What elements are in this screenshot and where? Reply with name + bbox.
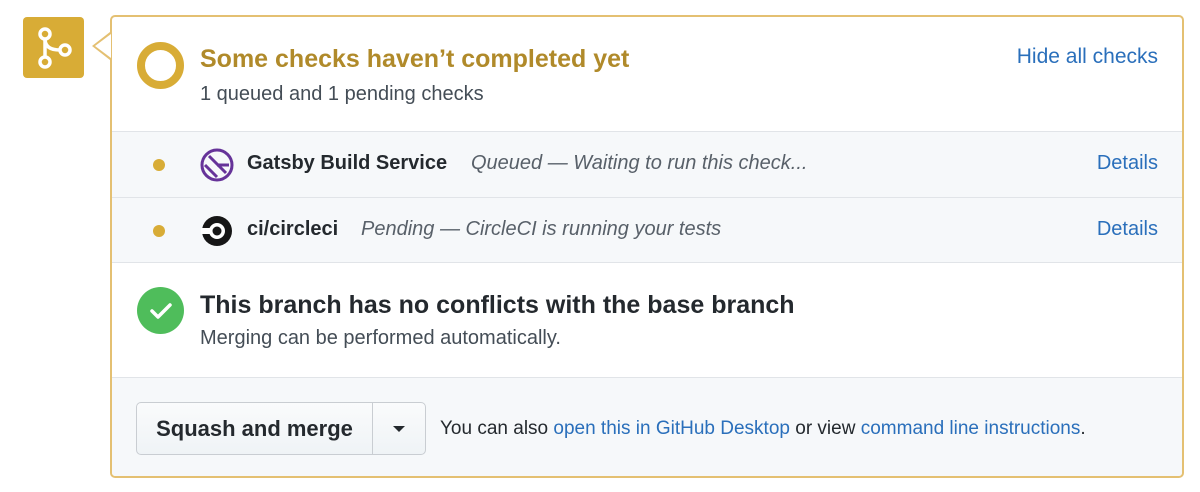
panel-pointer-inner — [95, 34, 111, 58]
checks-status-summary: 1 queued and 1 pending checks — [200, 83, 484, 105]
check-description: Pending — CircleCI is running your tests — [361, 218, 722, 240]
checkmark-icon — [149, 302, 172, 319]
pending-status-dot — [153, 225, 165, 237]
open-in-desktop-link[interactable]: open this in GitHub Desktop — [553, 418, 790, 439]
check-description: Queued — Waiting to run this check... — [471, 152, 808, 174]
command-line-instructions-link[interactable]: command line instructions — [861, 418, 1081, 439]
gatsby-logo-icon — [200, 148, 234, 182]
circleci-logo-icon — [201, 216, 232, 246]
merge-method-dropdown-button[interactable] — [373, 403, 425, 454]
or-view-text: or view — [795, 418, 856, 439]
squash-and-merge-button[interactable]: Squash and merge — [137, 403, 373, 454]
pending-status-icon — [137, 42, 184, 89]
checks-list: Gatsby Build Service Queued — Waiting to… — [112, 131, 1182, 263]
merge-status-title: This branch has no conflicts with the ba… — [200, 291, 795, 319]
check-details-link[interactable]: Details — [1097, 218, 1158, 241]
merge-status-panel: Some checks haven’t completed yet 1 queu… — [110, 15, 1184, 478]
caret-down-icon — [393, 425, 405, 432]
hide-all-checks-link[interactable]: Hide all checks — [1017, 45, 1158, 69]
check-details-link[interactable]: Details — [1097, 152, 1158, 175]
alternative-merge-text: You can also open this in GitHub Desktop… — [440, 418, 1086, 440]
queued-status-dot — [153, 159, 165, 171]
period-text: . — [1080, 418, 1086, 439]
git-merge-icon-box — [23, 17, 84, 78]
merge-actions-section: Squash and merge You can also open this … — [112, 377, 1182, 476]
merge-button-group: Squash and merge — [136, 402, 426, 455]
check-row-gatsby: Gatsby Build Service Queued — Waiting to… — [112, 132, 1182, 198]
merge-conflict-section: This branch has no conflicts with the ba… — [112, 263, 1182, 377]
check-name: Gatsby Build Service — [247, 152, 448, 174]
success-check-icon — [137, 287, 184, 334]
check-name: ci/circleci — [247, 218, 339, 240]
checks-status-section: Some checks haven’t completed yet 1 queu… — [112, 17, 1182, 131]
merge-status-subtitle: Merging can be performed automatically. — [200, 327, 561, 349]
check-row-circleci: ci/circleci Pending — CircleCI is runnin… — [112, 198, 1182, 264]
git-merge-icon — [37, 26, 72, 69]
checks-status-title: Some checks haven’t completed yet — [200, 45, 630, 73]
also-prefix-text: You can also — [440, 418, 549, 439]
